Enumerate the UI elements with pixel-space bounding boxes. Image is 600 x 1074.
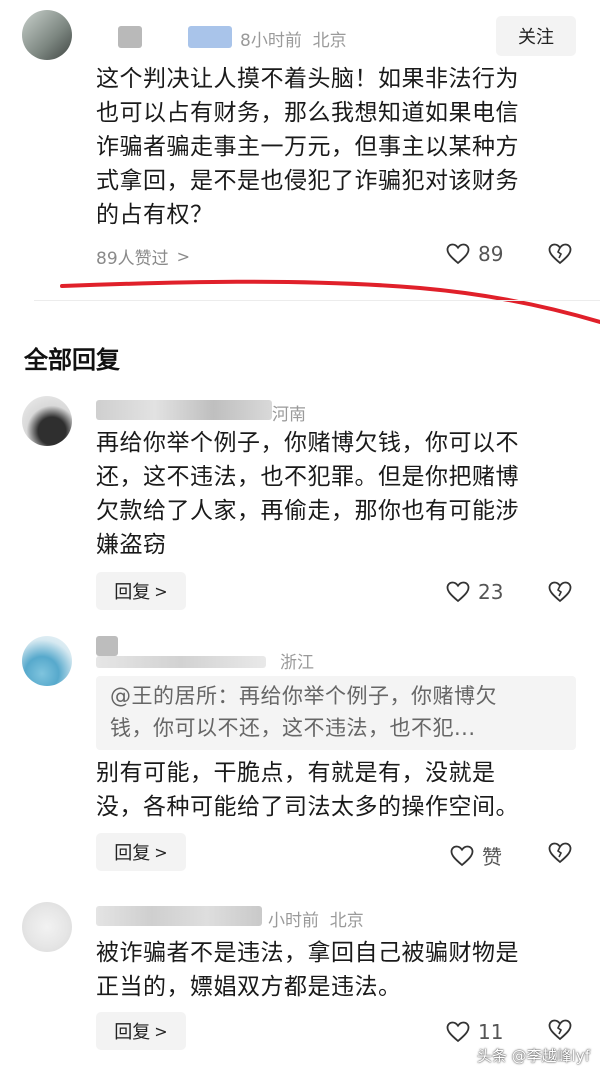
like-button[interactable]: 89 xyxy=(446,242,503,266)
watermark: 头条 @李越峰lyf xyxy=(476,1047,590,1065)
broken-heart-icon[interactable] xyxy=(548,581,572,603)
username-blurred xyxy=(96,656,266,668)
heart-icon xyxy=(450,845,474,866)
reply-line: 正当的，嫖娼双方都是违法。 xyxy=(96,974,402,1000)
like-button[interactable]: 11 xyxy=(446,1020,503,1044)
like-count: 11 xyxy=(478,1020,504,1044)
heart-icon xyxy=(446,581,470,603)
reply-meta: 浙江 xyxy=(280,653,314,673)
comment-line: 这个判决让人摸不着头脑！如果非法行为 xyxy=(96,66,519,92)
heart-icon xyxy=(446,243,470,265)
divider xyxy=(34,300,600,301)
comment-line: 诈骗者骗走事主一万元，但事主以某种方 xyxy=(96,134,519,160)
broken-heart-icon[interactable] xyxy=(548,243,572,265)
reply-button[interactable]: 回复 > xyxy=(96,572,186,610)
like-label: 赞 xyxy=(482,845,502,869)
reply-line: 再给你举个例子，你赌博欠钱，你可以不 xyxy=(96,430,519,456)
like-count: 23 xyxy=(478,580,504,604)
broken-heart-icon[interactable] xyxy=(548,1019,572,1041)
chevron-right-icon: > xyxy=(154,581,168,601)
reply-line: 被诈骗者不是违法，拿回自己被骗财物是 xyxy=(96,940,519,966)
like-button[interactable]: 赞 xyxy=(450,841,502,870)
username-blurred[interactable] xyxy=(96,906,262,926)
reply-button-label: 回复 xyxy=(114,1022,151,1043)
comment-meta: 8小时前 北京 xyxy=(240,31,347,51)
follow-button[interactable]: 关注 xyxy=(496,16,576,56)
reply-line: 别有可能，干脆点，有就是有，没就是 xyxy=(96,760,496,786)
username-blurred[interactable] xyxy=(118,26,142,48)
reply-line: 嫌盗窃 xyxy=(96,532,167,558)
avatar[interactable] xyxy=(22,902,72,952)
quote-line: 钱，你可以不还，这不违法，也不犯... xyxy=(110,716,476,740)
avatar[interactable] xyxy=(22,10,72,60)
heart-icon xyxy=(446,1021,470,1043)
chevron-right-icon: > xyxy=(154,1021,168,1041)
reply-button-label: 回复 xyxy=(114,582,151,603)
reply-button[interactable]: 回复 > xyxy=(96,1012,186,1050)
reply-meta: 河南 xyxy=(272,405,306,425)
username-blurred[interactable] xyxy=(96,636,118,656)
like-count: 89 xyxy=(478,242,504,266)
comment-line: 式拿回，是不是也侵犯了诈骗犯对该财务 xyxy=(96,168,519,194)
chevron-right-icon: > xyxy=(176,247,191,266)
avatar[interactable] xyxy=(22,396,72,446)
user-badge-blurred xyxy=(188,26,232,48)
follow-label: 关注 xyxy=(518,27,554,48)
reply-line: 还，这不违法，也不犯罪。但是你把赌博 xyxy=(96,464,519,490)
reply-button-label: 回复 xyxy=(114,843,151,864)
username-blurred[interactable] xyxy=(96,400,272,420)
section-title: 全部回复 xyxy=(24,346,120,374)
reply-line: 欠款给了人家，再偷走，那你也有可能涉 xyxy=(96,498,519,524)
likers-link[interactable]: 89人赞过 > xyxy=(96,244,190,269)
reply-button[interactable]: 回复 > xyxy=(96,833,186,871)
quote-line: @王的居所：再给你举个例子，你赌博欠 xyxy=(110,684,497,708)
comment-line: 也可以占有财务，那么我想知道如果电信 xyxy=(96,100,519,126)
chevron-right-icon: > xyxy=(154,842,168,862)
reply-line: 没，各种可能给了司法太多的操作空间。 xyxy=(96,794,519,820)
reply-meta: 小时前 北京 xyxy=(268,911,364,931)
avatar[interactable] xyxy=(22,636,72,686)
likers-count: 89人赞过 xyxy=(96,249,169,269)
like-button[interactable]: 23 xyxy=(446,580,503,604)
comment-line: 的占有权？ xyxy=(96,202,214,228)
broken-heart-icon[interactable] xyxy=(548,842,572,864)
